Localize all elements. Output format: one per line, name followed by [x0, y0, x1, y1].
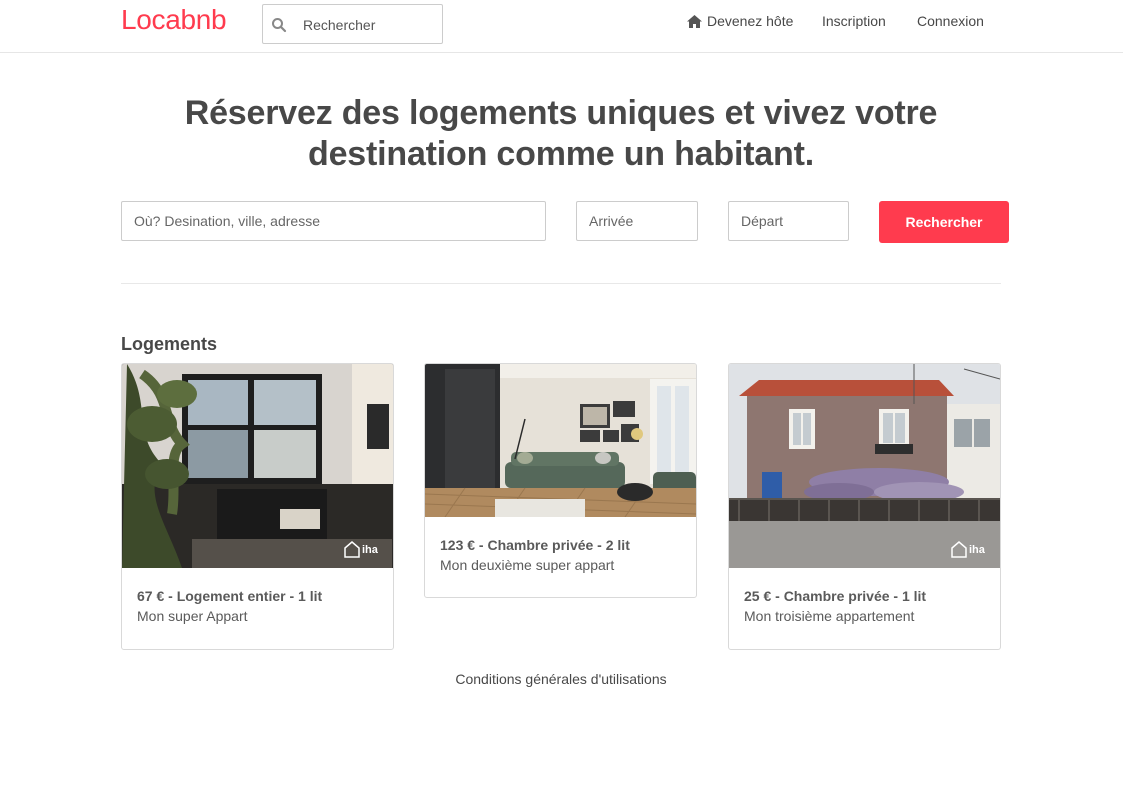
departure-field[interactable] — [728, 201, 849, 241]
listing-card-body: 123 € - Chambre privée - 2 lit Mon deuxi… — [425, 517, 696, 590]
listing-photo[interactable]: iha — [729, 364, 1000, 568]
listing-photo[interactable] — [425, 364, 696, 517]
nav-search-input[interactable] — [303, 14, 438, 36]
section-divider — [121, 283, 1001, 284]
listing-name[interactable]: Mon troisième appartement — [744, 606, 985, 626]
become-host-label: Devenez hôte — [707, 13, 794, 29]
arrival-field[interactable] — [576, 201, 698, 241]
listing-card-body: 25 € - Chambre privée - 1 lit Mon troisi… — [729, 568, 1000, 641]
listing-card[interactable]: iha 25 € - Chambre privée - 1 lit Mon tr… — [728, 363, 1001, 650]
listing-card-body: 67 € - Logement entier - 1 lit Mon super… — [122, 568, 393, 641]
listing-name[interactable]: Mon deuxième super appart — [440, 555, 681, 575]
login-link[interactable]: Connexion — [917, 13, 984, 29]
listings-title: Logements — [121, 334, 218, 354]
iha-watermark-icon: iha — [950, 538, 994, 560]
iha-watermark-icon: iha — [343, 538, 387, 560]
become-host-link[interactable]: Devenez hôte — [686, 13, 793, 29]
nav-search-box[interactable] — [262, 4, 443, 44]
arrival-date-input[interactable] — [577, 202, 697, 240]
brand-logo[interactable]: Locabnb — [121, 4, 227, 36]
signup-link[interactable]: Inscription — [822, 13, 886, 29]
listing-card[interactable]: 123 € - Chambre privée - 2 lit Mon deuxi… — [424, 363, 697, 598]
destination-input[interactable] — [122, 202, 545, 240]
departure-date-input[interactable] — [729, 202, 848, 240]
destination-field[interactable] — [121, 201, 546, 241]
listing-price-line: 67 € - Logement entier - 1 lit — [137, 588, 323, 604]
listing-price-line: 123 € - Chambre privée - 2 lit — [440, 537, 630, 553]
svg-text:iha: iha — [969, 544, 986, 556]
search-icon — [271, 17, 287, 33]
search-submit-button[interactable]: Rechercher — [879, 201, 1009, 243]
listing-card[interactable]: iha 67 € - Logement entier - 1 lit Mon s… — [121, 363, 394, 650]
listing-photo[interactable]: iha — [122, 364, 393, 568]
hero-title: Réservez des logements uniques et vivez … — [184, 94, 938, 173]
top-navbar: Locabnb Devenez hôte Inscription Connexi… — [0, 0, 1123, 53]
home-icon — [686, 14, 703, 29]
svg-text:iha: iha — [362, 544, 379, 556]
listing-name[interactable]: Mon super Appart — [137, 606, 378, 626]
terms-link[interactable]: Conditions générales d'utilisations — [121, 671, 1001, 687]
listing-price-line: 25 € - Chambre privée - 1 lit — [744, 588, 927, 604]
